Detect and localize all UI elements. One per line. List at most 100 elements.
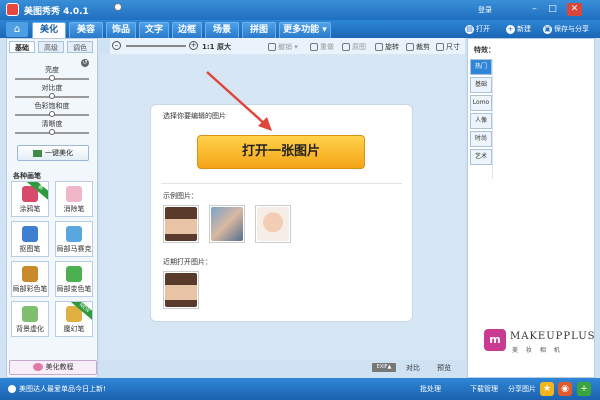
tab-scene[interactable]: 场景 xyxy=(205,22,239,38)
crop-button[interactable]: 裁剪 xyxy=(406,42,430,52)
subtab-advanced[interactable]: 高级 xyxy=(38,41,64,53)
tab-text[interactable]: 文字 xyxy=(139,22,169,38)
resize-button[interactable]: 尺寸 xyxy=(436,42,460,52)
blur-icon xyxy=(22,306,38,322)
new-action[interactable]: + 新建 xyxy=(506,24,531,34)
weibo-icon[interactable]: ◉ xyxy=(558,382,572,396)
makeupplus-subtitle: 美 妆 相 机 xyxy=(512,347,563,354)
tab-collage[interactable]: 拼图 xyxy=(242,22,276,38)
save-share-action[interactable]: ▣ 保存与分享 xyxy=(543,24,589,34)
crop-label: 裁剪 xyxy=(416,43,430,51)
one-click-beautify-button[interactable]: 一键美化 xyxy=(17,145,89,161)
actual-size-button[interactable]: 1:1 原大 xyxy=(202,42,231,52)
home-icon[interactable]: ⌂ xyxy=(6,22,28,37)
new-action-label: 新建 xyxy=(517,25,531,33)
undo-icon xyxy=(268,43,276,51)
tab-frame[interactable]: 边框 xyxy=(172,22,202,38)
brightness-knob[interactable] xyxy=(49,75,55,81)
pen-eraser[interactable]: 消除笔 xyxy=(55,181,93,217)
category-portrait[interactable]: 人像 xyxy=(470,113,492,129)
plus-icon: + xyxy=(506,24,515,34)
card-heading: 选择你要编辑的图片 xyxy=(163,112,226,120)
right-panel: 特效： 热门 基础 Lomo 人像 时尚 艺术 m MAKEUPPLUS 美 妆… xyxy=(467,38,595,378)
app-title: 美图秀秀 4.0.1 xyxy=(24,7,89,17)
toolbar: – + 1:1 原大 撤销 ▾ 重做 原图 旋转 裁剪 尺寸 xyxy=(110,38,465,54)
pen-local-color[interactable]: 局部彩色笔 xyxy=(11,261,49,297)
category-lomo[interactable]: Lomo xyxy=(470,95,492,111)
pen-doodle[interactable]: 新 涂鸦笔 xyxy=(11,181,49,217)
open-image-card: 选择你要编辑的图片 打开一张图片 示例图片： 近期打开图片： xyxy=(150,104,413,322)
saturation-knob[interactable] xyxy=(49,111,55,117)
rotate-label: 旋转 xyxy=(385,43,399,51)
preview-button[interactable]: 预览 xyxy=(437,363,451,373)
recent-photo xyxy=(165,273,197,307)
category-fashion[interactable]: 时尚 xyxy=(470,131,492,147)
exif-button[interactable]: EXIF▲ xyxy=(372,363,396,372)
batch-button[interactable]: 批处理 xyxy=(420,384,441,394)
subtab-basic[interactable]: 基础 xyxy=(9,41,35,53)
tutorial-icon xyxy=(32,363,43,371)
makeupplus-brand[interactable]: MAKEUPPLUS xyxy=(510,331,596,342)
open-image-button[interactable]: 打开一张图片 xyxy=(197,135,365,169)
pen-background-blur[interactable]: 背景虚化 xyxy=(11,301,49,337)
category-art[interactable]: 艺术 xyxy=(470,149,492,165)
tab-beauty[interactable]: 美容 xyxy=(69,22,103,38)
mosaic-icon xyxy=(66,226,82,242)
pen-mosaic[interactable]: 局部马赛克 xyxy=(55,221,93,257)
close-button[interactable]: ✕ xyxy=(567,3,582,16)
share-image-button[interactable]: 分享图片 xyxy=(508,384,536,394)
original-icon xyxy=(342,43,350,51)
zoom-slider-track[interactable] xyxy=(126,45,186,47)
cutout-pen-icon xyxy=(22,226,38,242)
rotate-button[interactable]: 旋转 xyxy=(375,42,399,52)
recent-thumbnail[interactable] xyxy=(163,271,199,309)
zoom-out-icon[interactable]: – xyxy=(112,41,121,50)
star-icon[interactable]: ★ xyxy=(540,382,554,396)
category-hot[interactable]: 热门 xyxy=(470,59,492,75)
download-manager-button[interactable]: 下载管理 xyxy=(470,384,498,394)
pen-magic[interactable]: NEW 魔幻笔 xyxy=(55,301,93,337)
eraser-icon xyxy=(66,186,82,202)
original-button[interactable]: 原图 xyxy=(342,42,366,52)
news-ticker[interactable]: 美图达人最爱单品今日上新! xyxy=(8,384,106,394)
compare-button[interactable]: 对比 xyxy=(406,363,420,373)
beautify-tutorial-button[interactable]: 美化教程 xyxy=(9,360,97,375)
undo-button[interactable]: 撤销 ▾ xyxy=(268,42,298,52)
tab-more-features[interactable]: 更多功能 ▾ xyxy=(279,22,331,38)
zoom-slider-knob[interactable] xyxy=(114,3,122,11)
redo-button[interactable]: 重做 xyxy=(310,42,334,52)
zoom-in-icon[interactable]: + xyxy=(189,41,198,50)
pen-cutout[interactable]: 抠图笔 xyxy=(11,221,49,257)
title-bar: 美图秀秀 4.0.1 登录 – □ ✕ xyxy=(0,0,600,20)
pen-recolor[interactable]: 局部变色笔 xyxy=(55,261,93,297)
canvas-area: 选择你要编辑的图片 打开一张图片 示例图片： 近期打开图片： xyxy=(100,54,465,360)
resize-icon xyxy=(436,43,444,51)
tab-beautify[interactable]: 美化 xyxy=(32,22,66,38)
open-action[interactable]: ▤ 打开 xyxy=(465,24,490,34)
pen-label: 消除笔 xyxy=(63,205,85,213)
saturation-label: 色彩饱和度 xyxy=(34,102,70,110)
tab-accessories[interactable]: 饰品 xyxy=(106,22,136,38)
login-link[interactable]: 登录 xyxy=(478,5,492,15)
subtab-color[interactable]: 调色 xyxy=(67,41,93,53)
makeupplus-logo-icon[interactable]: m xyxy=(484,329,506,351)
pen-label: 局部马赛克 xyxy=(56,245,92,253)
minimize-button[interactable]: – xyxy=(527,3,542,16)
pen-label: 抠图笔 xyxy=(19,245,41,253)
sample-thumbnail[interactable] xyxy=(163,205,199,243)
undo-label: 撤销 xyxy=(278,43,292,51)
effects-title: 特效： xyxy=(474,46,495,54)
add-icon[interactable]: + xyxy=(577,382,591,396)
save-share-label: 保存与分享 xyxy=(554,25,589,33)
category-basic[interactable]: 基础 xyxy=(470,77,492,93)
brushes-section-title: 各种画笔 xyxy=(13,172,41,180)
maximize-button[interactable]: □ xyxy=(545,3,560,16)
sample-thumbnail[interactable] xyxy=(209,205,245,243)
pen-label: 局部变色笔 xyxy=(56,285,92,293)
contrast-knob[interactable] xyxy=(49,93,55,99)
contrast-label: 对比度 xyxy=(41,84,63,92)
sharpness-knob[interactable] xyxy=(49,129,55,135)
sample-thumbnail[interactable] xyxy=(255,205,291,243)
color-brush-icon xyxy=(22,266,38,282)
status-bar: 美图达人最爱单品今日上新! 批处理 下载管理 分享图片 ★ ◉ + xyxy=(0,378,600,400)
